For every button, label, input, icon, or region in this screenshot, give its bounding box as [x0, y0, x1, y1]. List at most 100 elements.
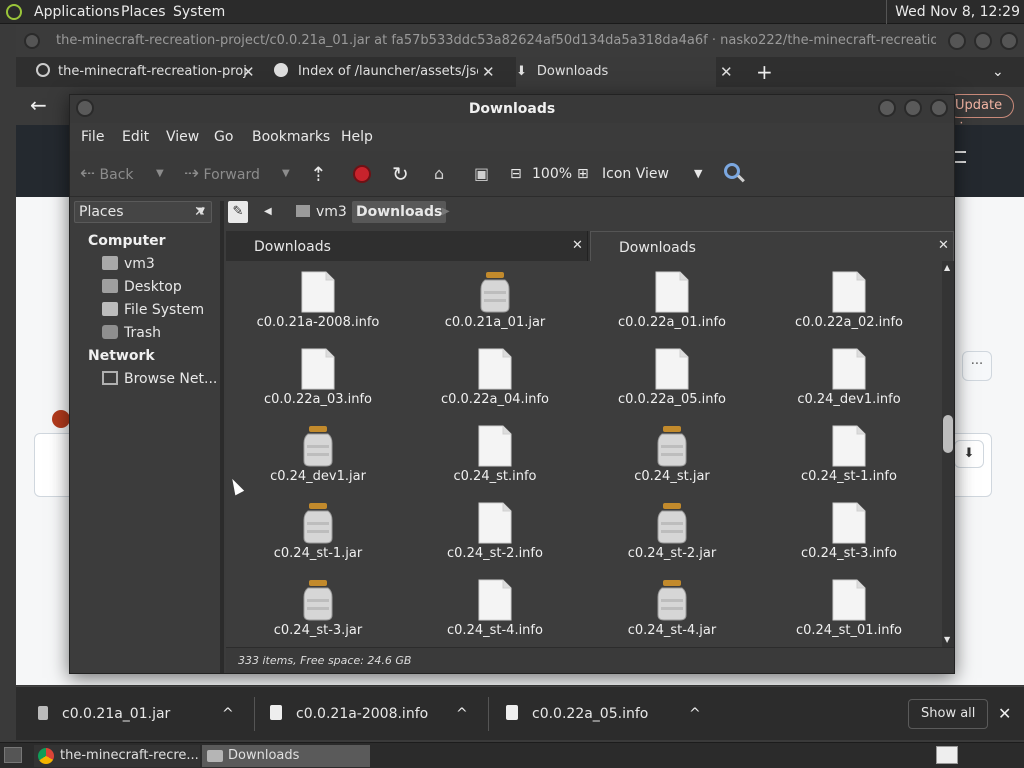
show-desktop-icon[interactable]	[4, 747, 22, 763]
download-item[interactable]: c0.0.21a-2008.info	[270, 687, 470, 741]
sidebar-item-browse-network[interactable]: Browse Net...	[102, 371, 217, 387]
file-item[interactable]: c0.24_st-1.jar	[230, 496, 406, 573]
zoom-in-icon[interactable]: ⊞	[577, 151, 589, 197]
minimize-icon[interactable]	[948, 32, 966, 50]
file-item[interactable]: c0.0.22a_03.info	[230, 342, 406, 419]
system-menu[interactable]: System	[173, 0, 225, 24]
chevron-up-icon[interactable]: ^	[456, 687, 468, 741]
sidebar-item-file-system[interactable]: File System	[102, 302, 204, 318]
clock[interactable]: Wed Nov 8, 12:29	[886, 0, 1020, 24]
breadcrumb-vm3[interactable]: vm3	[292, 201, 351, 223]
file-item[interactable]: c0.24_st_01.info	[761, 573, 937, 647]
up-arrow-icon[interactable]: ⇡	[310, 151, 327, 197]
stop-icon[interactable]	[353, 165, 371, 183]
task-browser[interactable]: the-minecraft-recre...	[34, 745, 200, 767]
close-shelf-icon[interactable]: ✕	[998, 687, 1011, 741]
document-icon	[300, 348, 336, 390]
sidebar-item-vm3[interactable]: vm3	[102, 256, 155, 272]
tab-close-icon[interactable]: ✕	[482, 57, 495, 87]
places-selector[interactable]: Places ▼	[74, 201, 212, 223]
file-item[interactable]: c0.24_st-2.jar	[584, 496, 760, 573]
show-all-button[interactable]: Show all	[908, 699, 989, 729]
tab-index-launcher[interactable]: Index of /launcher/assets/json	[274, 57, 478, 87]
sidebar-item-desktop[interactable]: Desktop	[102, 279, 182, 295]
file-item[interactable]: c0.24_st-3.info	[761, 496, 937, 573]
file-item[interactable]: c0.24_st-2.info	[407, 496, 583, 573]
file-item[interactable]: c0.0.22a_04.info	[407, 342, 583, 419]
file-item[interactable]: c0.0.22a_05.info	[584, 342, 760, 419]
forward-history-chevron-icon[interactable]: ▼	[282, 151, 290, 197]
file-item[interactable]: c0.24_st-4.jar	[584, 573, 760, 647]
scrollbar[interactable]: ▲ ▼	[942, 261, 954, 647]
menu-edit[interactable]: Edit	[122, 123, 149, 151]
path-scroll-right-icon[interactable]: ▶	[442, 201, 450, 223]
download-item[interactable]: c0.0.21a_01.jar	[38, 687, 238, 741]
file-item[interactable]: c0.0.21a_01.jar	[407, 265, 583, 342]
forward-button[interactable]: ⇢ Forward	[184, 151, 260, 197]
scroll-up-icon[interactable]: ▲	[944, 263, 950, 272]
update-button[interactable]: Update ⋮	[946, 94, 1014, 135]
file-item[interactable]: c0.24_dev1.info	[761, 342, 937, 419]
download-item[interactable]: c0.0.22a_05.info	[506, 687, 706, 741]
path-scroll-left-icon[interactable]: ◀	[264, 201, 272, 223]
file-item[interactable]: c0.0.22a_02.info	[761, 265, 937, 342]
new-tab-button[interactable]: +	[756, 57, 773, 87]
file-item[interactable]: c0.24_dev1.jar	[230, 419, 406, 496]
close-sidebar-icon[interactable]: ✕	[194, 201, 206, 223]
file-item[interactable]: c0.24_st.jar	[584, 419, 760, 496]
file-item[interactable]: c0.24_st.info	[407, 419, 583, 496]
window-menu-icon[interactable]	[24, 33, 40, 49]
file-item[interactable]: c0.24_st-4.info	[407, 573, 583, 647]
trash-icon	[102, 325, 118, 339]
task-downloads[interactable]: Downloads	[202, 745, 370, 767]
tab-downloads-2[interactable]: Downloads	[590, 231, 954, 261]
tab-downloads[interactable]: ⬇ Downloads	[516, 57, 716, 87]
menu-file[interactable]: File	[81, 123, 104, 151]
tab-github[interactable]: the-minecraft-recreation-proj	[36, 57, 260, 87]
home-icon[interactable]: ⌂	[434, 151, 444, 197]
download-raw-icon[interactable]: ⬇	[954, 440, 984, 468]
tab-downloads-1[interactable]: Downloads	[226, 231, 588, 261]
close-icon[interactable]	[930, 99, 948, 117]
distro-logo-icon[interactable]	[6, 4, 22, 20]
file-item[interactable]: c0.0.22a_01.info	[584, 265, 760, 342]
scroll-down-icon[interactable]: ▼	[944, 635, 950, 644]
applications-menu[interactable]: Applications	[34, 0, 120, 24]
places-menu[interactable]: Places	[121, 0, 166, 24]
file-item[interactable]: c0.24_st-3.jar	[230, 573, 406, 647]
close-icon[interactable]	[1000, 32, 1018, 50]
sidebar-heading-network: Network	[88, 348, 155, 364]
maximize-icon[interactable]	[974, 32, 992, 50]
menu-help[interactable]: Help	[341, 123, 373, 151]
file-item[interactable]: c0.24_st-1.info	[761, 419, 937, 496]
computer-icon[interactable]: ▣	[474, 151, 489, 197]
more-options-button[interactable]: ···	[962, 351, 992, 381]
menu-go[interactable]: Go	[214, 123, 233, 151]
file-item[interactable]: c0.0.21a-2008.info	[230, 265, 406, 342]
minimize-icon[interactable]	[878, 99, 896, 117]
back-history-chevron-icon[interactable]: ▼	[156, 151, 164, 197]
view-mode-chevron-icon[interactable]: ▼	[694, 151, 702, 197]
menu-view[interactable]: View	[166, 123, 199, 151]
sidebar-item-trash[interactable]: Trash	[102, 325, 161, 341]
workspace-switcher[interactable]	[936, 746, 958, 764]
menu-bookmarks[interactable]: Bookmarks	[252, 123, 330, 151]
tab-close-icon[interactable]: ✕	[572, 231, 583, 261]
tab-list-chevron-icon[interactable]: ⌄	[992, 57, 1004, 87]
chevron-up-icon[interactable]: ^	[689, 687, 701, 741]
reload-icon[interactable]: ↻	[392, 151, 409, 197]
scrollbar-thumb[interactable]	[943, 415, 953, 453]
tab-close-icon[interactable]: ✕	[938, 231, 949, 261]
back-button[interactable]: ⇠ Back	[80, 151, 134, 197]
sidebar-resize-handle[interactable]	[220, 201, 224, 673]
chevron-up-icon[interactable]: ^	[222, 687, 234, 741]
window-menu-icon[interactable]	[76, 99, 94, 117]
maximize-icon[interactable]	[904, 99, 922, 117]
tab-close-icon[interactable]: ✕	[242, 57, 255, 87]
tab-close-icon[interactable]: ✕	[720, 57, 733, 87]
edit-location-icon[interactable]: ✎	[228, 201, 248, 223]
view-mode-select[interactable]: Icon View	[602, 151, 706, 197]
back-arrow-icon[interactable]: ←	[30, 93, 47, 117]
zoom-out-icon[interactable]: ⊟	[510, 151, 522, 197]
breadcrumb-downloads[interactable]: Downloads	[352, 201, 447, 223]
